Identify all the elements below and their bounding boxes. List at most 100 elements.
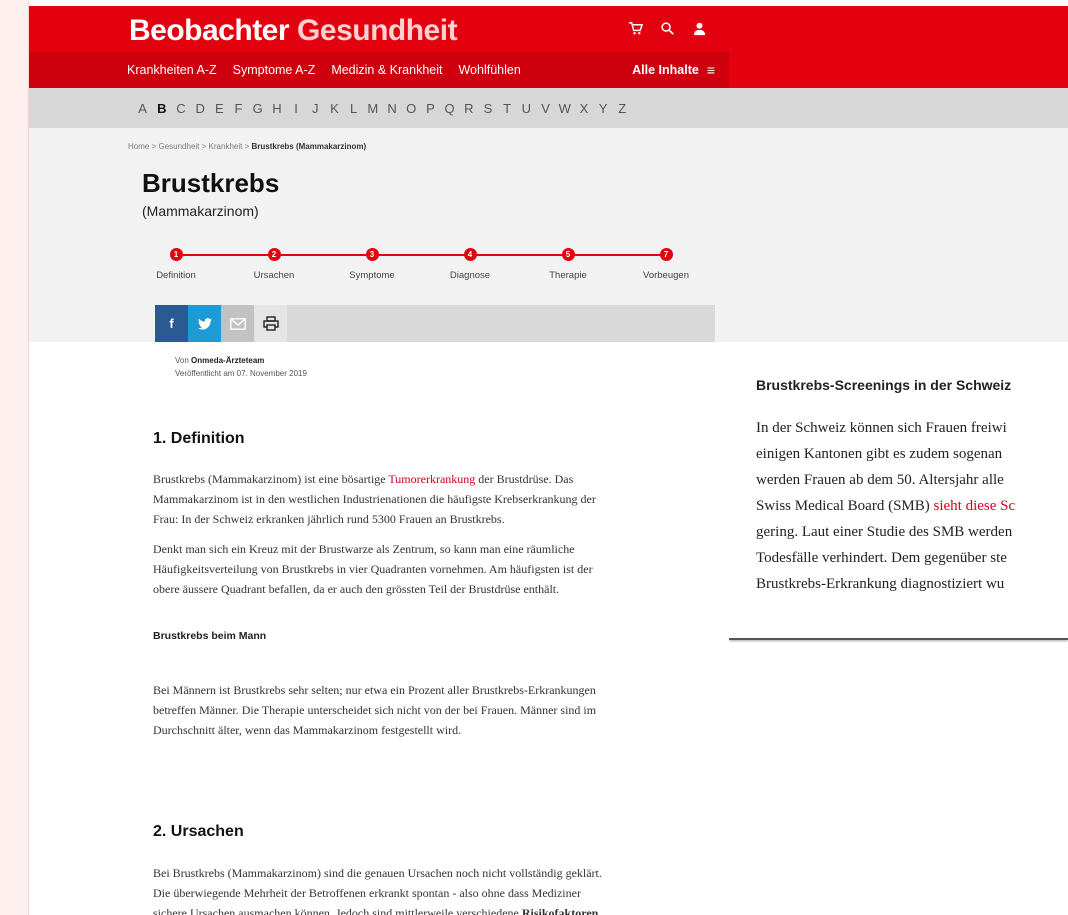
author-name[interactable]: Onmeda-Ärzteteam (191, 356, 264, 365)
breadcrumb-current: Brustkrebs (Mammakarzinom) (251, 142, 367, 151)
risikofaktoren-text: Risikofaktoren (521, 906, 599, 915)
alphabet-letter-p[interactable]: P (421, 101, 440, 116)
alphabet-letter-a[interactable]: A (133, 101, 152, 116)
byline-prefix: Von (175, 356, 189, 365)
tumorerkrankung-link[interactable]: Tumorerkrankung (388, 472, 475, 486)
alphabet-letter-g[interactable]: G (248, 101, 267, 116)
alphabet-letter-q[interactable]: Q (440, 101, 459, 116)
text-line: Durchschnitt älter, wenn das Mammakarzin… (153, 723, 462, 737)
text-line: obere äussere Quadrant befallen, da er a… (153, 582, 560, 596)
step-label: Diagnose (449, 270, 491, 281)
text-line: In der Schweiz können sich Frauen freiwi (756, 420, 1007, 436)
nav-item-wohlfuehlen[interactable]: Wohlfühlen (450, 63, 528, 77)
alphabet-letter-s[interactable]: S (478, 101, 497, 116)
alphabet-letter-l[interactable]: L (344, 101, 363, 116)
alphabet-letter-m[interactable]: M (363, 101, 382, 116)
alphabet-letter-r[interactable]: R (459, 101, 478, 116)
definition-paragraph-3: Bei Männern ist Brustkrebs sehr selten; … (153, 680, 713, 740)
alphabet-letter-t[interactable]: T (498, 101, 517, 116)
alphabet-letter-c[interactable]: C (171, 101, 190, 116)
text-line: Mammakarzinom ist in den westlichen Indu… (153, 492, 596, 506)
user-icon[interactable] (691, 20, 707, 36)
text-line: Brustkrebs-Erkrankung diagnostiziert wu (756, 576, 1005, 592)
alphabet-letter-w[interactable]: W (555, 101, 574, 116)
text-line: gering. Laut einer Studie des SMB werden (756, 524, 1013, 540)
step-definition[interactable]: 1 Definition (136, 248, 216, 281)
ursachen-paragraph-1: Bei Brustkrebs (Mammakarzinom) sind die … (153, 863, 713, 915)
text-fragment: Swiss Medical Board (SMB) (756, 498, 934, 514)
text-line: Denkt man sich ein Kreuz mit der Brustwa… (153, 542, 575, 556)
step-number: 1 (169, 248, 183, 261)
mail-icon (229, 317, 246, 330)
alphabet-letter-v[interactable]: V (536, 101, 555, 116)
facebook-share-button[interactable]: f (155, 305, 188, 342)
share-bar: f (155, 305, 715, 342)
facebook-icon: f (169, 316, 174, 331)
alphabet-letter-n[interactable]: N (382, 101, 401, 116)
alphabet-letter-x[interactable]: X (574, 101, 593, 116)
header-icons (627, 20, 707, 36)
step-number: 7 (659, 248, 673, 261)
alphabet-letter-y[interactable]: Y (594, 101, 613, 116)
alphabet-letter-f[interactable]: F (229, 101, 248, 116)
alphabet-letter-d[interactable]: D (191, 101, 210, 116)
mail-share-button[interactable] (221, 305, 254, 342)
chapter-stepper: 1 Definition 2 Ursachen 3 Symptome 4 Dia… (148, 248, 708, 288)
alphabet-letter-u[interactable]: U (517, 101, 536, 116)
text-line: Frau: In der Schweiz erkranken jährlich … (153, 512, 505, 526)
section-heading-definition: 1. Definition (153, 430, 245, 447)
text-line: Todesfälle verhindert. Dem gegenüber ste (756, 550, 1007, 566)
info-box-text: In der Schweiz können sich Frauen freiwi… (756, 415, 1068, 597)
step-label: Definition (156, 270, 196, 281)
text-line: Bei Männern ist Brustkrebs sehr selten; … (153, 683, 596, 697)
step-label: Ursachen (253, 270, 295, 281)
alphabet-letter-b[interactable]: B (152, 101, 171, 116)
nav-item-medizin[interactable]: Medizin & Krankheit (323, 63, 450, 77)
step-therapie[interactable]: 5 Therapie (528, 248, 608, 281)
definition-paragraph-2: Denkt man sich ein Kreuz mit der Brustwa… (153, 539, 713, 599)
step-diagnose[interactable]: 4 Diagnose (430, 248, 510, 281)
search-icon[interactable] (659, 20, 675, 36)
alphabet-letter-j[interactable]: J (306, 101, 325, 116)
alphabet-letter-k[interactable]: K (325, 101, 344, 116)
logo-word-gesundheit: Gesundheit (297, 14, 458, 47)
step-ursachen[interactable]: 2 Ursachen (234, 248, 314, 281)
text-fragment: der Brustdrüse. Das (475, 472, 574, 486)
breadcrumb-separator: > (244, 142, 250, 151)
text-fragment: sichere Ursachen ausmachen können. Jedoc… (153, 906, 522, 915)
alphabet-letter-e[interactable]: E (210, 101, 229, 116)
step-symptome[interactable]: 3 Symptome (332, 248, 412, 281)
cart-icon[interactable] (627, 20, 643, 36)
all-content-menu[interactable]: Alle Inhalte ≡ (632, 52, 715, 88)
step-number: 4 (463, 248, 477, 261)
info-box-heading: Brustkrebs-Screenings in der Schweiz (756, 377, 1012, 393)
step-label: Vorbeugen (643, 270, 689, 281)
text-line: betreffen Männer. Die Therapie untersche… (153, 703, 597, 717)
step-vorbeugen[interactable]: 7 Vorbeugen (626, 248, 706, 281)
breadcrumb-krankheit[interactable]: Krankheit (209, 142, 243, 151)
screening-info-box: Brustkrebs-Screenings in der Schweiz In … (729, 342, 1068, 640)
twitter-share-button[interactable] (188, 305, 221, 342)
step-number: 5 (561, 248, 575, 261)
page-left-margin (0, 0, 28, 915)
alphabet-letter-o[interactable]: O (402, 101, 421, 116)
breadcrumb-home[interactable]: Home (128, 142, 149, 151)
breadcrumb-separator: > (151, 142, 157, 151)
subsection-heading-mann: Brustkrebs beim Mann (153, 630, 267, 642)
alphabet-letter-h[interactable]: H (267, 101, 286, 116)
alphabet-letter-z[interactable]: Z (613, 101, 632, 116)
page-title: Brustkrebs (142, 168, 280, 198)
nav-item-symptome[interactable]: Symptome A-Z (225, 63, 324, 77)
breadcrumb-gesundheit[interactable]: Gesundheit (158, 142, 199, 151)
print-button[interactable] (254, 305, 287, 342)
alphabet-letter-i[interactable]: I (287, 101, 306, 116)
site-logo[interactable]: Beobachter Gesundheit (129, 14, 458, 48)
alphabet-letters: ABCDEFGHIJKLMNOPQRSTUVWXYZ (133, 101, 632, 116)
nav-item-krankheiten[interactable]: Krankheiten A-Z (119, 63, 225, 77)
step-label: Therapie (549, 270, 587, 281)
smb-link[interactable]: sieht diese Sc (934, 498, 1016, 514)
twitter-icon (197, 317, 212, 330)
step-number: 3 (365, 248, 379, 261)
section-heading-ursachen: 2. Ursachen (153, 823, 244, 840)
all-content-label: Alle Inhalte (632, 63, 699, 77)
